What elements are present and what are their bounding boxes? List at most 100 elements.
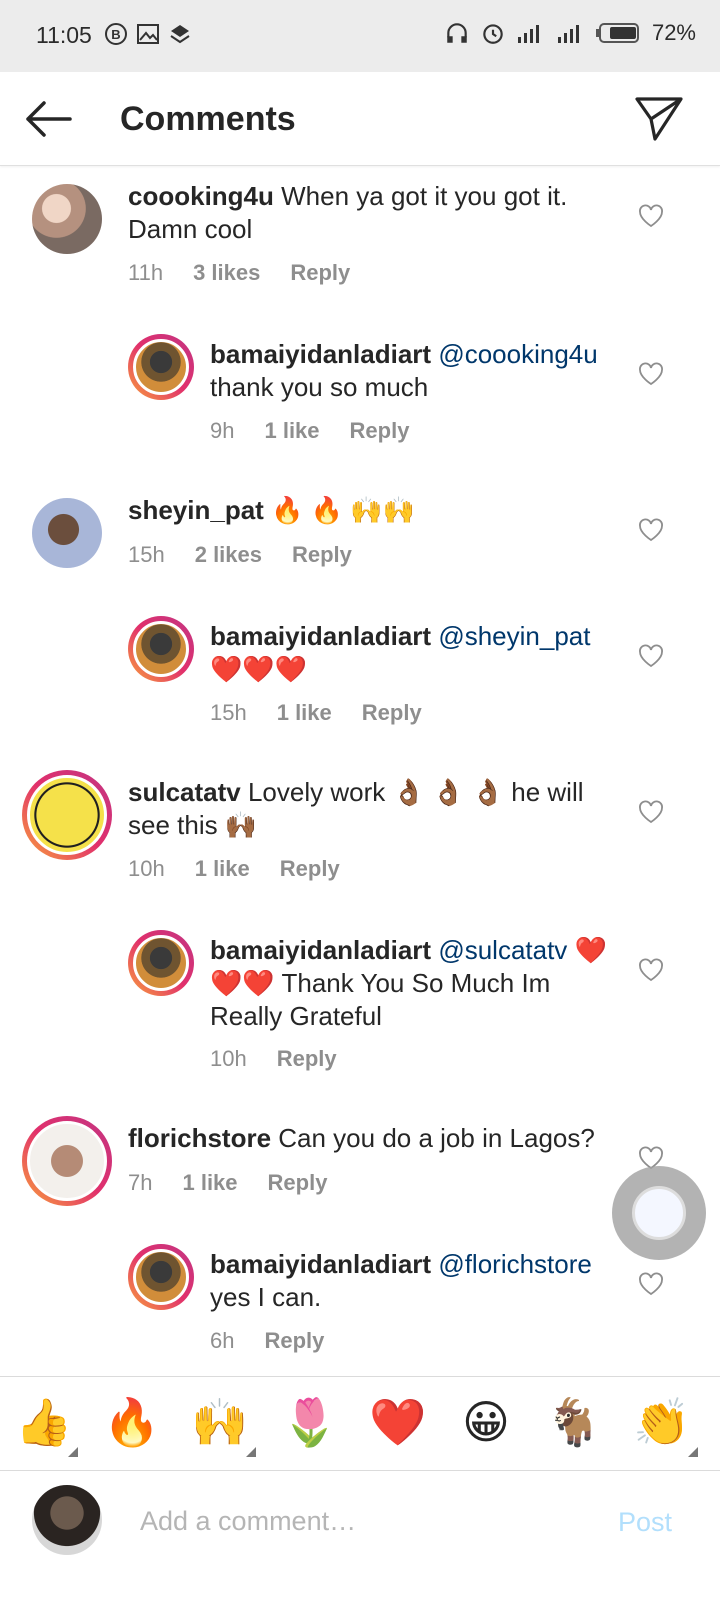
comment-username[interactable]: coooking4u (128, 181, 274, 211)
comment-item: sulcatatv Lovely work 👌🏾 👌🏾 👌🏾 he will s… (0, 762, 720, 912)
avatar[interactable] (32, 498, 102, 568)
reply-button[interactable]: Reply (280, 856, 340, 882)
comment-time: 10h (128, 856, 165, 881)
avatar[interactable] (128, 616, 194, 682)
reply-button[interactable]: Reply (277, 1046, 337, 1072)
reply-item: bamaiyidanladiart @coooking4u thank you … (0, 324, 720, 474)
like-heart-icon[interactable] (638, 800, 664, 824)
comment-likes[interactable]: 1 like (182, 1170, 237, 1196)
emoji-goat[interactable]: 🐐 (544, 1397, 604, 1447)
comment-item: sheyin_pat 🔥 🔥 🙌🙌 15h 2 likes Reply (0, 480, 720, 600)
comment-username[interactable]: bamaiyidanladiart (210, 935, 431, 965)
reply-button[interactable]: Reply (290, 260, 350, 286)
emoji-variant-indicator (68, 1447, 78, 1457)
battery-percent: 72% (651, 20, 696, 45)
comment-meta: 15h 2 likes Reply (128, 542, 352, 568)
comment-time: 7h (128, 1170, 153, 1195)
comment-text: bamaiyidanladiart @florichstore yes I ca… (210, 1248, 610, 1314)
reply-button[interactable]: Reply (350, 418, 410, 444)
status-time: 11:05 (36, 22, 92, 48)
comment-meta: 11h 3 likes Reply (128, 260, 350, 286)
back-arrow-icon[interactable] (22, 96, 74, 142)
comment-likes[interactable]: 1 like (277, 700, 332, 726)
assistive-touch-button[interactable] (612, 1166, 706, 1260)
like-heart-icon[interactable] (638, 1272, 664, 1296)
comment-likes[interactable]: 1 like (195, 856, 250, 882)
comment-meta: 6h Reply (210, 1328, 324, 1354)
comment-mention[interactable]: @coooking4u (438, 339, 597, 369)
like-heart-icon[interactable] (638, 644, 664, 668)
reply-button[interactable]: Reply (362, 700, 422, 726)
comment-mention[interactable]: @sheyin_pat (438, 621, 590, 651)
comment-body: Can you do a job in Lagos? (278, 1123, 595, 1153)
comment-time: 15h (210, 700, 247, 725)
comment-time: 15h (128, 542, 165, 567)
like-heart-icon[interactable] (638, 362, 664, 386)
comment-username[interactable]: bamaiyidanladiart (210, 621, 431, 651)
comment-text: bamaiyidanladiart @sulcatatv ❤️❤️❤️ Than… (210, 934, 610, 1033)
comment-body: 🔥 🔥 🙌🙌 (271, 495, 416, 525)
emoji-grinning-face[interactable]: 😀 (456, 1397, 516, 1447)
avatar[interactable] (128, 930, 194, 996)
comment-text: sheyin_pat 🔥 🔥 🙌🙌 (128, 494, 608, 527)
status-bar: 11:05 B 72% (0, 0, 720, 72)
comment-time: 9h (210, 418, 235, 443)
comment-body: yes I can. (210, 1282, 322, 1312)
svg-text:B: B (111, 27, 120, 42)
top-app-bar: Comments (0, 72, 720, 166)
comment-text: bamaiyidanladiart @coooking4u thank you … (210, 338, 610, 404)
headset-icon (447, 23, 467, 43)
alarm-icon (483, 24, 503, 44)
comment-item: coooking4u When ya got it you got it. Da… (0, 166, 720, 316)
avatar[interactable] (128, 1244, 194, 1310)
comment-username[interactable]: sulcatatv (128, 777, 241, 807)
emoji-quick-bar: 👍 🔥 🙌 🌷 ❤️ 😀 🐐 👏 (0, 1376, 720, 1470)
emoji-tulip[interactable]: 🌷 (280, 1397, 340, 1447)
emoji-raised-hands[interactable]: 🙌 (190, 1397, 250, 1447)
status-notification-icons: B (104, 22, 192, 46)
emoji-variant-indicator (246, 1447, 256, 1457)
comment-username[interactable]: bamaiyidanladiart (210, 1249, 431, 1279)
emoji-fire[interactable]: 🔥 (102, 1397, 162, 1447)
reply-button[interactable]: Reply (292, 542, 352, 568)
avatar[interactable] (22, 1116, 112, 1206)
comment-likes[interactable]: 2 likes (195, 542, 262, 568)
b-badge-icon: B (105, 23, 127, 45)
comment-input[interactable] (140, 1501, 570, 1541)
comment-username[interactable]: sheyin_pat (128, 495, 264, 525)
reply-item: bamaiyidanladiart @florichstore yes I ca… (0, 1234, 720, 1374)
like-heart-icon[interactable] (638, 518, 664, 542)
comment-likes[interactable]: 1 like (264, 418, 319, 444)
comment-text: bamaiyidanladiart @sheyin_pat ❤️❤️❤️ (210, 620, 610, 686)
like-heart-icon[interactable] (638, 204, 664, 228)
signal-icon (517, 25, 539, 43)
emoji-clapping-hands[interactable]: 👏 (632, 1397, 692, 1447)
comment-input-bar: Post (0, 1470, 720, 1600)
post-button[interactable]: Post (618, 1507, 672, 1538)
comment-meta: 7h 1 like Reply (128, 1170, 327, 1196)
emoji-red-heart[interactable]: ❤️ (368, 1397, 428, 1447)
comment-mention[interactable]: @florichstore (438, 1249, 592, 1279)
avatar[interactable] (128, 334, 194, 400)
status-system-icons: 72% (444, 20, 696, 46)
comment-text: sulcatatv Lovely work 👌🏾 👌🏾 👌🏾 he will s… (128, 776, 608, 842)
reply-button[interactable]: Reply (264, 1328, 324, 1354)
comment-likes[interactable]: 3 likes (193, 260, 260, 286)
comment-username[interactable]: bamaiyidanladiart (210, 339, 431, 369)
reply-item: bamaiyidanladiart @sheyin_pat ❤️❤️❤️ 15h… (0, 606, 720, 756)
comment-mention[interactable]: @sulcatatv (438, 935, 567, 965)
comment-meta: 9h 1 like Reply (210, 418, 409, 444)
emoji-thumbs-up[interactable]: 👍 (14, 1397, 74, 1447)
avatar[interactable] (22, 770, 112, 860)
reply-item: bamaiyidanladiart @sulcatatv ❤️❤️❤️ Than… (0, 920, 720, 1100)
comment-meta: 15h 1 like Reply (210, 700, 422, 726)
comment-time: 11h (128, 260, 164, 285)
current-user-avatar (32, 1485, 102, 1555)
comment-text: florichstore Can you do a job in Lagos? (128, 1122, 608, 1155)
comment-username[interactable]: florichstore (128, 1123, 271, 1153)
reply-button[interactable]: Reply (268, 1170, 328, 1196)
avatar[interactable] (32, 184, 102, 254)
send-direct-icon[interactable] (634, 94, 684, 144)
like-heart-icon[interactable] (638, 958, 664, 982)
comment-body: thank you so much (210, 372, 429, 402)
